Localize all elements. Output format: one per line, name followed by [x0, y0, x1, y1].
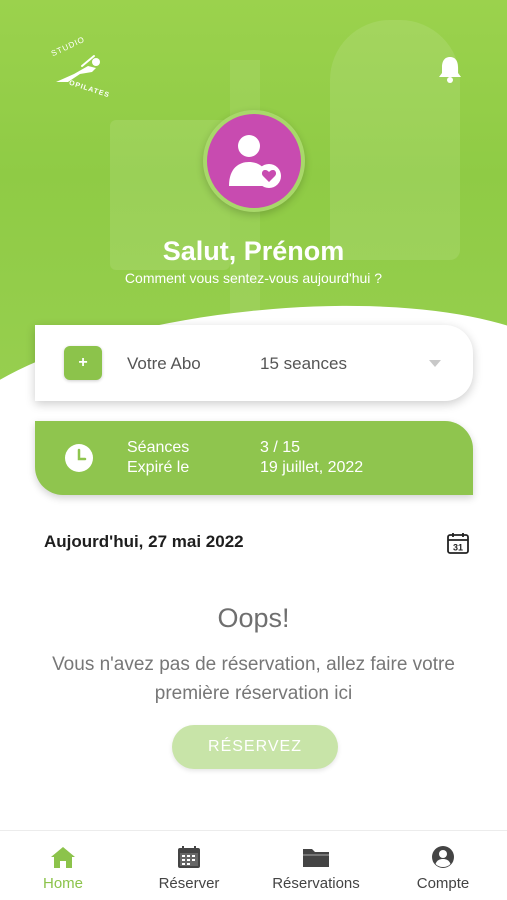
- add-subscription-button[interactable]: +: [64, 346, 102, 380]
- nav-item-reservations[interactable]: Réservations: [253, 831, 379, 900]
- nav-item-reserver[interactable]: Réserver: [126, 831, 252, 900]
- studio-logo: STUDIO OPILATES: [48, 35, 111, 102]
- nav-label-reserver: Réserver: [158, 875, 220, 892]
- sessions-card: Séances Expiré le 3 / 15 19 juillet, 202…: [35, 421, 473, 495]
- nav-item-compte[interactable]: Compte: [380, 831, 506, 900]
- sessions-label: Séances: [127, 439, 190, 456]
- user-heart-icon: [229, 135, 281, 188]
- nav-item-home[interactable]: Home: [0, 831, 126, 900]
- profile-avatar[interactable]: [203, 110, 305, 212]
- today-date: Aujourd'hui, 27 mai 2022: [44, 532, 244, 551]
- bottom-navigation: Home Réserver Réservations Compte: [0, 830, 507, 900]
- calendar-icon: [178, 846, 200, 868]
- chevron-down-icon[interactable]: [429, 360, 441, 367]
- notification-bell-icon[interactable]: [436, 54, 464, 84]
- calendar-day-number: 31: [453, 543, 463, 553]
- home-icon: [51, 847, 75, 868]
- expiry-date: 19 juillet, 2022: [260, 459, 364, 476]
- subscription-select-value[interactable]: 15 seances: [260, 354, 347, 374]
- subscription-label: Votre Abo: [127, 354, 201, 373]
- folder-icon: [303, 849, 329, 867]
- nav-label-home: Home: [42, 875, 83, 892]
- expiry-label: Expiré le: [127, 459, 190, 476]
- subscription-card: + Votre Abo 15 seances: [35, 325, 473, 401]
- nav-label-compte: Compte: [416, 875, 470, 892]
- greeting-subtitle: Comment vous sentez-vous aujourd'hui ?: [124, 270, 383, 286]
- sessions-count: 3 / 15: [260, 439, 301, 456]
- nav-label-reservations: Réservations: [272, 875, 360, 892]
- empty-state-message: Vous n'avez pas de réservation, allez fa…: [52, 654, 455, 704]
- calendar-icon[interactable]: 31: [446, 531, 470, 555]
- account-icon: [432, 846, 454, 868]
- clock-icon: [65, 444, 93, 472]
- reserve-button[interactable]: RÉSERVEZ: [172, 725, 338, 769]
- greeting-title: Salut, Prénom: [162, 236, 345, 266]
- empty-state-title: Oops!: [217, 603, 290, 633]
